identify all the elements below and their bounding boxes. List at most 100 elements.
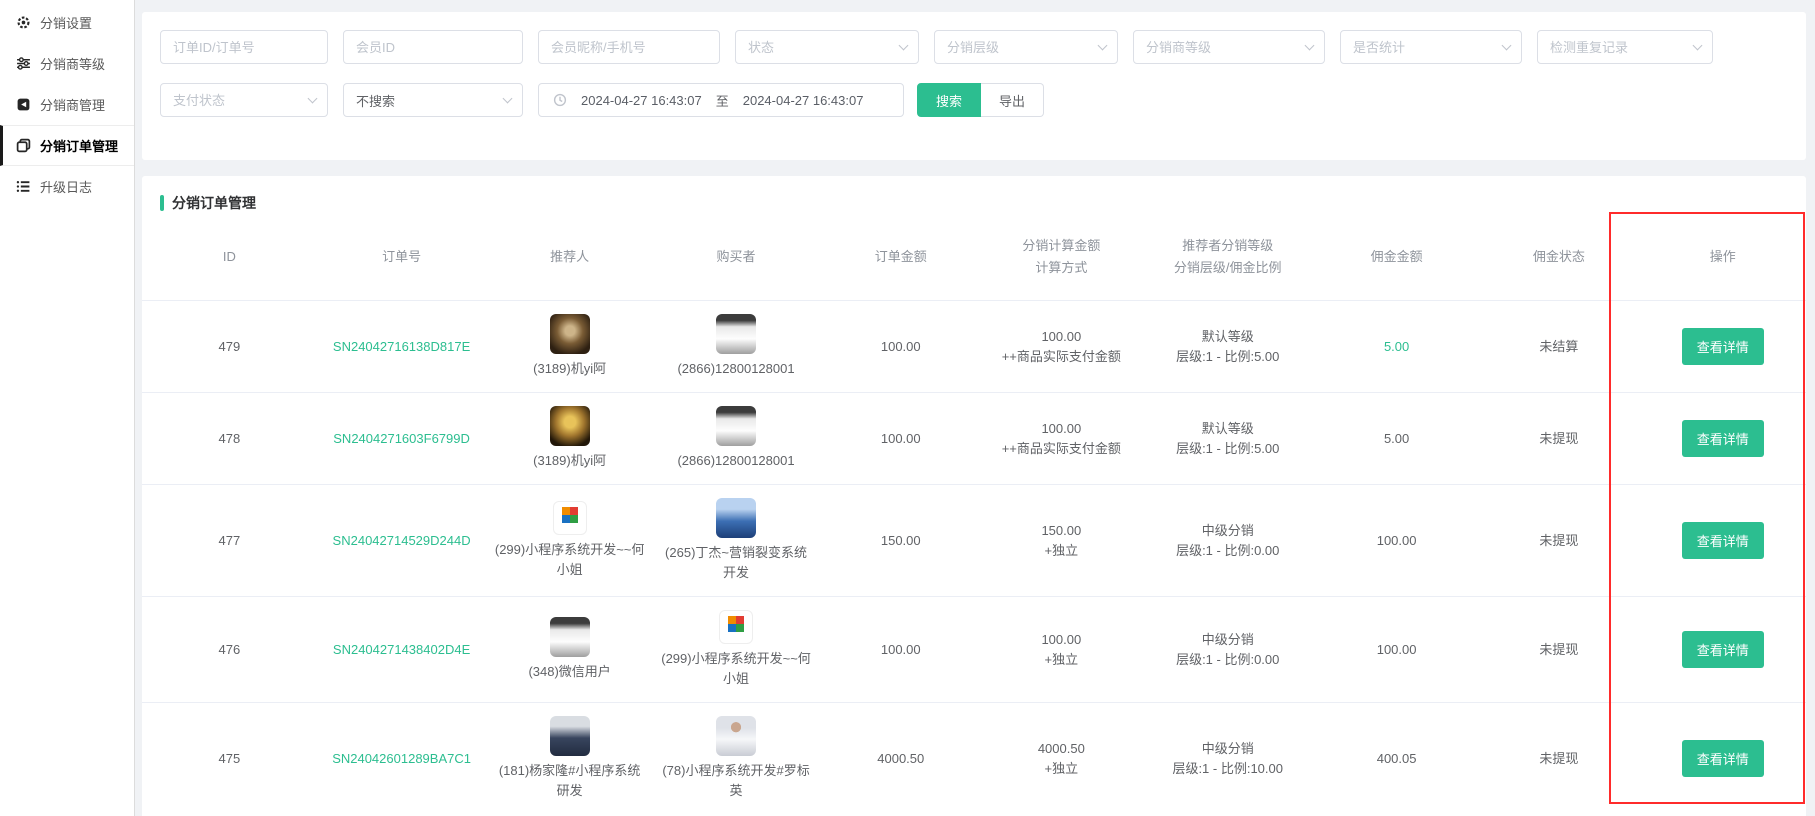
filter-input[interactable]: [160, 30, 328, 64]
order-number-link[interactable]: SN24042716138D817E: [333, 339, 470, 354]
table-row: 475 SN24042601289BA7C1 (181)杨家隆#小程序系统研发 …: [142, 702, 1806, 814]
search-button[interactable]: 搜索: [917, 83, 981, 117]
calc-method: +独立: [982, 541, 1140, 561]
order-number-link[interactable]: SN24042601289BA7C1: [332, 751, 471, 766]
cell-action: 查看详情: [1640, 631, 1806, 668]
cell-action: 查看详情: [1640, 740, 1806, 777]
view-detail-button[interactable]: 查看详情: [1682, 328, 1764, 365]
eqiying-logo: [553, 501, 587, 535]
level-name: 中级分销: [1140, 739, 1315, 759]
main-content: 2024-04-27 16:43:07 至 2024-04-27 16:43:0…: [135, 0, 1815, 816]
calc-amount: 100.00: [982, 327, 1140, 347]
sliders-icon: [16, 56, 31, 71]
referrer-name: (181)杨家隆#小程序系统研发: [493, 761, 646, 801]
sidebar-item[interactable]: 分销订单管理: [0, 125, 134, 166]
cell-buyer: (265)丁杰~营销裂变系统开发: [653, 498, 819, 583]
filter-input[interactable]: [1537, 30, 1713, 64]
date-start-value[interactable]: 2024-04-27 16:43:07: [581, 93, 702, 108]
copy-pages-icon: [16, 138, 31, 153]
eqiying-logo: [719, 610, 753, 644]
tree-photo: [550, 314, 590, 354]
level-name: 默认等级: [1140, 327, 1315, 347]
filter-field: [735, 30, 919, 64]
calc-method: ++商品实际支付金额: [982, 347, 1140, 367]
sidebar-item[interactable]: 分销商等级: [0, 43, 134, 84]
column-header-line1: 操作: [1710, 246, 1736, 268]
cell-order-amount: 100.00: [819, 429, 982, 449]
table-row: 477 SN24042714529D244D (299)小程序系统开发~~何小姐…: [142, 484, 1806, 596]
cell-buyer: (78)小程序系统开发#罗标英: [653, 716, 819, 801]
column-header-line1: ID: [223, 246, 236, 268]
gold-statue-photo: [550, 406, 590, 446]
order-number-link[interactable]: SN24042714529D244D: [333, 533, 471, 548]
cell-commission-status: 未结算: [1478, 337, 1639, 357]
export-button[interactable]: 导出: [981, 83, 1044, 117]
filter-row-1: [160, 30, 1788, 64]
white-car-photo: [550, 617, 590, 657]
cell-referrer: (181)杨家隆#小程序系统研发: [486, 716, 652, 801]
sidebar: 分销设置 分销商等级: [0, 0, 135, 816]
order-number-link[interactable]: SN2404271603F6799D: [333, 431, 470, 446]
sidebar-item[interactable]: 升级日志: [0, 166, 134, 207]
sidebar-item-label: 分销商等级: [40, 54, 105, 73]
referrer-name: (348)微信用户: [528, 662, 610, 682]
share-square-icon: [16, 97, 31, 112]
cell-commission: 400.05: [1315, 749, 1478, 769]
column-header-line1: 购买者: [717, 246, 756, 268]
sidebar-item-label: 分销商管理: [40, 95, 105, 114]
column-header: 订单金额: [819, 246, 982, 268]
table-row: 476 SN2404271438402D4E (348)微信用户 (299)小程…: [142, 596, 1806, 702]
sidebar-item[interactable]: 分销商管理: [0, 84, 134, 125]
level-detail: 层级:1 - 比例:0.00: [1140, 541, 1315, 561]
column-header-line1: 佣金状态: [1533, 246, 1585, 268]
view-detail-button[interactable]: 查看详情: [1682, 740, 1764, 777]
level-name: 默认等级: [1140, 419, 1315, 439]
cell-level: 中级分销 层级:1 - 比例:0.00: [1140, 630, 1315, 670]
order-number-link[interactable]: SN2404271438402D4E: [333, 642, 470, 657]
column-header-line1: 推荐者分销等级: [1182, 235, 1273, 257]
clock-icon: [553, 93, 567, 107]
cell-calc: 150.00 +独立: [982, 521, 1140, 561]
sidebar-item[interactable]: 分销设置: [0, 2, 134, 43]
cell-commission-status: 未提现: [1478, 531, 1639, 551]
app-root: 分销设置 分销商等级: [0, 0, 1815, 816]
cell-calc: 100.00 ++商品实际支付金额: [982, 419, 1140, 459]
date-end-value[interactable]: 2024-04-27 16:43:07: [743, 93, 864, 108]
cell-order-amount: 100.00: [819, 337, 982, 357]
page-title: 分销订单管理: [172, 193, 256, 213]
buyer-name: (78)小程序系统开发#罗标英: [659, 761, 812, 801]
view-detail-button[interactable]: 查看详情: [1682, 420, 1764, 457]
filter-field: [343, 30, 523, 64]
filter-field: [1133, 30, 1325, 64]
level-detail: 层级:1 - 比例:5.00: [1140, 347, 1315, 367]
column-header-line1: 推荐人: [550, 246, 589, 268]
buyer-name: (299)小程序系统开发~~何小姐: [659, 649, 812, 689]
filter-field: [1537, 30, 1713, 64]
level-name: 中级分销: [1140, 630, 1315, 650]
column-header-line2: 分销层级/佣金比例: [1174, 257, 1282, 279]
filter-input[interactable]: [1340, 30, 1522, 64]
level-name: 中级分销: [1140, 521, 1315, 541]
filter-input[interactable]: [934, 30, 1118, 64]
commission-amount: 5.00: [1384, 431, 1409, 446]
filter-input[interactable]: [1133, 30, 1325, 64]
search-mode-select[interactable]: [343, 83, 523, 117]
cell-commission-status: 未提现: [1478, 749, 1639, 769]
calc-method: +独立: [982, 650, 1140, 670]
filter-input[interactable]: [343, 30, 523, 64]
commission-amount: 100.00: [1377, 533, 1417, 548]
date-range-picker[interactable]: 2024-04-27 16:43:07 至 2024-04-27 16:43:0…: [538, 83, 904, 117]
view-detail-button[interactable]: 查看详情: [1682, 522, 1764, 559]
filter-input[interactable]: [735, 30, 919, 64]
filter-input[interactable]: [538, 30, 720, 64]
cell-id: 479: [142, 337, 317, 357]
pay-status-select[interactable]: [160, 83, 328, 117]
suit-man-photo: [550, 716, 590, 756]
cell-action: 查看详情: [1640, 328, 1806, 365]
level-detail: 层级:1 - 比例:10.00: [1140, 759, 1315, 779]
white-car-photo: [716, 406, 756, 446]
calc-amount: 150.00: [982, 521, 1140, 541]
referrer-name: (3189)机yi阿: [533, 451, 606, 471]
cell-level: 默认等级 层级:1 - 比例:5.00: [1140, 419, 1315, 459]
view-detail-button[interactable]: 查看详情: [1682, 631, 1764, 668]
